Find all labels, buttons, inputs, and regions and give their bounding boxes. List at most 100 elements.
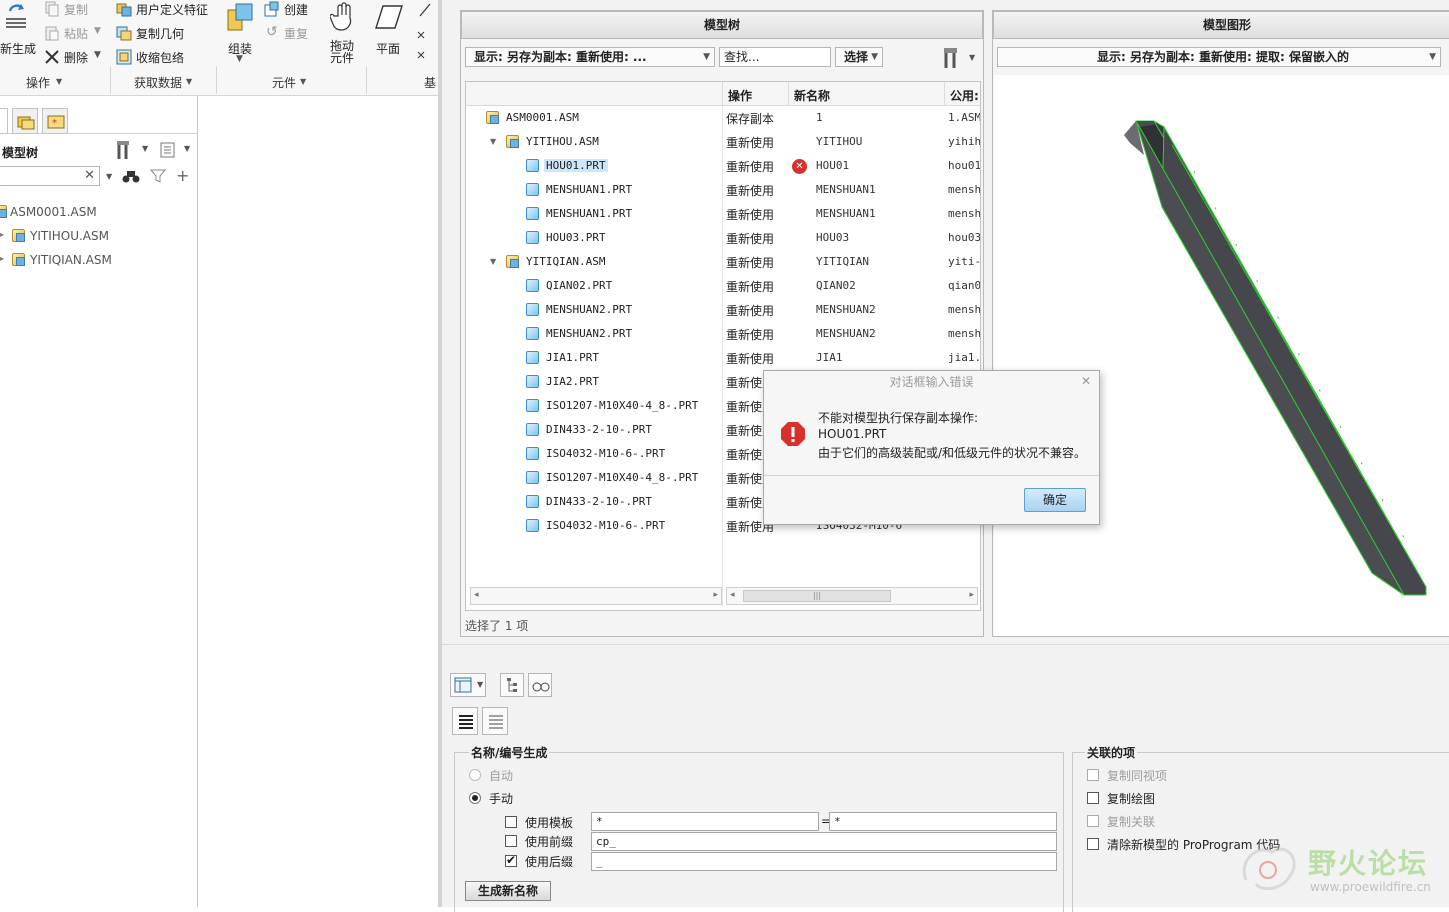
- row-new-name[interactable]: QIAN02: [816, 279, 856, 292]
- row-operation[interactable]: 重新使用: [726, 254, 774, 271]
- row-operation[interactable]: 重新使用: [726, 158, 774, 175]
- use-suffix-checkbox[interactable]: [505, 853, 517, 867]
- tree-show-button[interactable]: ▼: [160, 140, 196, 160]
- clear-search-icon[interactable]: ✕: [84, 168, 95, 183]
- find-input[interactable]: 查找...: [719, 47, 831, 67]
- assemble-dropdown-icon[interactable]: ▼: [236, 54, 243, 64]
- table-row[interactable]: MENSHUAN1.PRT 重新使用 MENSHUAN1 menshu: [466, 178, 980, 202]
- table-row[interactable]: MENSHUAN2.PRT 重新使用 MENSHUAN2 menshu: [466, 322, 980, 346]
- prefix-input[interactable]: cp_: [591, 832, 1057, 851]
- column-header-operation[interactable]: 操作: [728, 87, 752, 104]
- horizontal-scrollbar-left[interactable]: ◂ ▸: [470, 587, 722, 605]
- table-row[interactable]: ▼ YITIHOU.ASM 重新使用 YITIHOU yihihc: [466, 130, 980, 154]
- row-new-name[interactable]: MENSHUAN1: [816, 183, 876, 196]
- tree-settings-button[interactable]: ▼: [116, 140, 154, 160]
- add-icon[interactable]: +: [176, 166, 189, 185]
- use-prefix-checkbox[interactable]: [505, 835, 517, 847]
- detail-view-button[interactable]: [452, 707, 478, 735]
- shrinkwrap-button[interactable]: 收缩包络: [116, 48, 216, 66]
- horizontal-splitter[interactable]: [442, 644, 1449, 660]
- plane-button[interactable]: 平面: [370, 0, 410, 64]
- tab-model-tree[interactable]: [0, 108, 8, 134]
- copy-geometry-button[interactable]: 复制几何: [116, 24, 216, 42]
- row-new-name[interactable]: HOU01: [816, 159, 849, 172]
- column-header-common-name[interactable]: 公用:: [950, 87, 979, 104]
- row-new-name[interactable]: HOU03: [816, 231, 849, 244]
- copy-relations-checkbox[interactable]: [1087, 815, 1099, 827]
- filter-icon[interactable]: [150, 168, 166, 184]
- copy-button[interactable]: 复制: [44, 0, 104, 18]
- view-glasses-button[interactable]: [528, 673, 552, 697]
- model-preview-canvas[interactable]: [994, 75, 1449, 636]
- table-row[interactable]: MENSHUAN2.PRT 重新使用 MENSHUAN2 menshu: [466, 298, 980, 322]
- user-defined-feature-button[interactable]: 用户定义特征: [116, 0, 216, 18]
- tree-search-input[interactable]: ✕: [0, 166, 100, 186]
- assemble-button[interactable]: 组装 ▼: [222, 0, 258, 64]
- layout-toggle-button[interactable]: ▼: [450, 673, 486, 697]
- graphic-display-dropdown[interactable]: 显示: 另存为副本: 重新使用: 提取: 保留嵌入的 ▼: [997, 47, 1441, 67]
- table-row[interactable]: ▼ YITIQIAN.ASM 重新使用 YITIQIAN yiti-c: [466, 250, 980, 274]
- row-new-name[interactable]: MENSHUAN2: [816, 303, 876, 316]
- group-get-data-dropdown-icon[interactable]: ▼: [186, 77, 192, 86]
- auto-radio[interactable]: [469, 769, 481, 781]
- ok-button[interactable]: 确定: [1024, 488, 1086, 512]
- row-new-name[interactable]: MENSHUAN2: [816, 327, 876, 340]
- paste-dropdown-icon[interactable]: ▼: [94, 26, 101, 36]
- binoculars-icon[interactable]: [122, 168, 140, 184]
- tree-structure-button[interactable]: [500, 673, 524, 697]
- manual-radio[interactable]: [469, 792, 481, 804]
- left-tree-item[interactable]: ▸ YITIQIAN.ASM: [0, 250, 196, 270]
- tab-favorites[interactable]: *: [42, 108, 68, 134]
- tab-folder-browser[interactable]: [12, 108, 38, 134]
- clear-proprogram-checkbox[interactable]: [1087, 838, 1099, 850]
- drag-component-button[interactable]: 拖动 元件: [326, 0, 362, 66]
- left-tree-item[interactable]: ▸ YITIHOU.ASM: [0, 226, 196, 246]
- row-operation[interactable]: 重新使用: [726, 350, 774, 367]
- row-new-name[interactable]: YITIQIAN: [816, 255, 869, 268]
- select-dropdown[interactable]: 选择 ▼: [835, 47, 883, 67]
- close-icon[interactable]: ✕: [1081, 374, 1091, 388]
- table-row[interactable]: JIA1.PRT 重新使用 JIA1 jia1.p: [466, 346, 980, 370]
- display-filter-dropdown[interactable]: 显示: 另存为副本: 重新使用: ... ▼: [465, 47, 715, 67]
- collapse-arrow-icon[interactable]: ▼: [490, 257, 496, 266]
- table-row[interactable]: QIAN02.PRT 重新使用 QIAN02 qian02: [466, 274, 980, 298]
- group-component-dropdown-icon[interactable]: ▼: [300, 77, 306, 86]
- row-new-name[interactable]: JIA1: [816, 351, 843, 364]
- row-operation[interactable]: 重新使用: [726, 278, 774, 295]
- row-operation[interactable]: 重新使用: [726, 134, 774, 151]
- template-left-input[interactable]: *: [591, 812, 819, 831]
- row-operation[interactable]: 重新使用: [726, 326, 774, 343]
- row-operation[interactable]: 重新使用: [726, 302, 774, 319]
- simple-view-button[interactable]: [482, 707, 508, 735]
- expand-arrow-icon[interactable]: ▸: [0, 254, 4, 263]
- table-row[interactable]: ASM0001.ASM 保存副本 1 1.ASM: [466, 106, 980, 130]
- delete-button[interactable]: 删除 ▼: [44, 48, 106, 66]
- generate-new-name-button[interactable]: 生成新名称: [465, 881, 551, 901]
- create-button[interactable]: 创建: [264, 0, 318, 18]
- expand-arrow-icon[interactable]: ▸: [0, 230, 4, 239]
- row-new-name[interactable]: MENSHUAN1: [816, 207, 876, 220]
- use-template-checkbox[interactable]: [505, 816, 517, 828]
- row-operation[interactable]: 重新使用: [726, 230, 774, 247]
- row-new-name[interactable]: 1: [816, 111, 823, 124]
- tree-tools-button[interactable]: ▼: [941, 47, 981, 69]
- table-row[interactable]: HOU01.PRT 重新使用 ✕ HOU01 hou01.: [466, 154, 980, 178]
- row-operation[interactable]: 重新使用: [726, 206, 774, 223]
- suffix-input[interactable]: _: [591, 852, 1057, 871]
- regenerate-button[interactable]: 新生成: [0, 0, 38, 64]
- axis-icon[interactable]: [414, 0, 440, 64]
- left-tree-item[interactable]: ASM0001.ASM: [0, 202, 196, 222]
- horizontal-scrollbar-right[interactable]: ◂ ||| ▸: [726, 587, 978, 605]
- row-operation[interactable]: 重新使用: [726, 182, 774, 199]
- delete-dropdown-icon[interactable]: ▼: [94, 50, 101, 60]
- collapse-arrow-icon[interactable]: ▼: [490, 137, 496, 146]
- table-row[interactable]: MENSHUAN1.PRT 重新使用 MENSHUAN1 menshu: [466, 202, 980, 226]
- table-row[interactable]: HOU03.PRT 重新使用 HOU03 hou03.: [466, 226, 980, 250]
- row-operation[interactable]: 保存副本: [726, 110, 774, 127]
- copy-same-view-checkbox[interactable]: [1087, 769, 1099, 781]
- search-dropdown-icon[interactable]: ▼: [106, 172, 112, 181]
- repeat-button[interactable]: ↺ 重复: [264, 24, 318, 42]
- row-new-name[interactable]: YITIHOU: [816, 135, 862, 148]
- paste-button[interactable]: 粘贴 ▼: [44, 24, 106, 42]
- template-right-input[interactable]: *: [829, 812, 1057, 831]
